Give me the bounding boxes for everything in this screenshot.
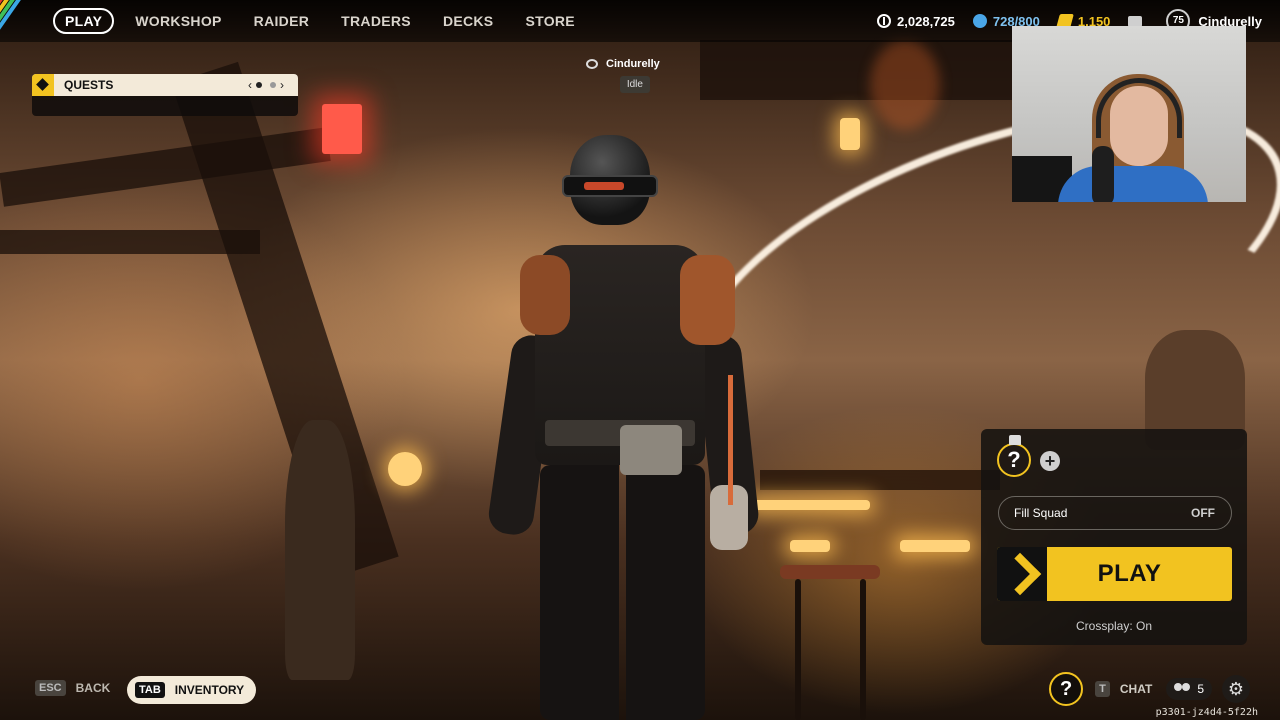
fill-squad-value: OFF	[1191, 506, 1215, 520]
play-button-label: PLAY	[1097, 560, 1162, 587]
quest-diamond-icon	[32, 74, 54, 96]
friends-count: 5	[1197, 682, 1204, 696]
mail-button[interactable]	[1128, 15, 1148, 27]
quests-panel[interactable]: QUESTS ‹ ›	[32, 74, 298, 116]
pager-dot[interactable]	[256, 82, 262, 88]
nav-tab-decks[interactable]: DECKS	[443, 8, 494, 34]
gear-icon[interactable]: ⚙	[1222, 675, 1250, 703]
bar-stool	[780, 565, 880, 579]
raider-pouch	[620, 425, 682, 475]
esc-key: ESC	[35, 680, 66, 696]
build-id: p3301-jz4d4-5f22h	[1155, 707, 1258, 718]
back-hint[interactable]: ESC BACK	[35, 680, 110, 696]
player-name: Cindurelly	[606, 58, 660, 70]
game-logo-icon	[0, 0, 44, 42]
nav-tab-play[interactable]: PLAY	[53, 8, 115, 34]
nav-tab-workshop[interactable]: WORKSHOP	[135, 8, 221, 34]
coin-icon	[877, 14, 892, 28]
bar-stool-leg	[795, 579, 801, 720]
crossplay-status: Crossplay: On	[1075, 619, 1153, 633]
main-nav: PLAY WORKSHOP RAIDER TRADERS DECKS STORE	[53, 8, 607, 34]
raider-visor	[562, 175, 658, 197]
fill-squad-toggle[interactable]: Fill Squad OFF	[998, 496, 1232, 530]
quests-pager: ‹ ›	[248, 78, 284, 92]
ceiling-rig	[700, 40, 1020, 100]
nav-tab-traders[interactable]: TRADERS	[341, 8, 411, 34]
fill-squad-label: Fill Squad	[1014, 506, 1068, 520]
party-slot-button[interactable]: ?	[1049, 672, 1084, 706]
t-key: T	[1095, 681, 1110, 697]
play-button[interactable]: PLAY	[997, 547, 1232, 601]
token-icon	[972, 14, 987, 28]
quests-next-button[interactable]: ›	[280, 78, 284, 92]
scaffold-beam	[0, 230, 260, 254]
mail-icon	[1128, 15, 1143, 27]
coins-value: 2,028,725	[897, 13, 955, 29]
coins-display[interactable]: 2,028,725	[877, 14, 955, 29]
tab-key: TAB	[135, 682, 165, 698]
crown-icon	[1009, 435, 1021, 445]
bar-light	[790, 540, 830, 552]
round-lamp	[388, 452, 422, 486]
bar-counter	[760, 470, 1000, 490]
hanging-bulb	[840, 118, 860, 150]
streamer-shirt	[1058, 166, 1208, 202]
quests-title: QUESTS	[64, 78, 114, 92]
bar-light	[900, 540, 970, 552]
chat-button[interactable]: T CHAT	[1095, 681, 1152, 697]
quests-prev-button[interactable]: ‹	[248, 78, 252, 92]
pager-dot[interactable]	[270, 82, 276, 88]
friends-button[interactable]: 5	[1166, 678, 1212, 700]
bar-light	[750, 500, 870, 510]
chevron-right-icon	[997, 547, 1047, 601]
red-warning-lamp	[322, 104, 362, 154]
microphone-icon	[1092, 146, 1114, 202]
quests-header: QUESTS ‹ ›	[32, 74, 298, 96]
people-icon	[1174, 683, 1192, 695]
raider-shoulder	[520, 255, 570, 335]
add-squad-member-button[interactable]: +	[1040, 451, 1060, 471]
player-status: Idle	[619, 76, 650, 93]
nav-tab-raider[interactable]: RAIDER	[254, 8, 309, 34]
background-npc	[285, 420, 355, 680]
raider-character	[486, 135, 761, 720]
inventory-label: INVENTORY	[174, 683, 245, 697]
bottom-right-controls: ? T CHAT 5 ⚙	[1049, 672, 1250, 706]
raider-legs	[540, 465, 705, 720]
crown-icon	[586, 59, 598, 69]
streamer-webcam	[1012, 26, 1246, 202]
nav-tab-store[interactable]: STORE	[525, 8, 574, 34]
neon-arrow-sign	[870, 40, 940, 130]
player-name-row: Cindurelly	[586, 58, 660, 70]
squad-play-panel: ? + Fill Squad OFF PLAY Crossplay: On	[981, 429, 1247, 645]
chat-label: CHAT	[1119, 682, 1153, 696]
back-label: BACK	[75, 681, 111, 695]
bar-stool-leg	[860, 579, 866, 720]
player-nameplate: Cindurelly Idle	[586, 58, 660, 93]
raider-shoulder	[680, 255, 735, 345]
raider-sleeve-stripe	[728, 375, 733, 505]
inventory-button[interactable]: TAB INVENTORY	[127, 676, 257, 704]
squad-slot[interactable]: ?	[997, 443, 1031, 477]
